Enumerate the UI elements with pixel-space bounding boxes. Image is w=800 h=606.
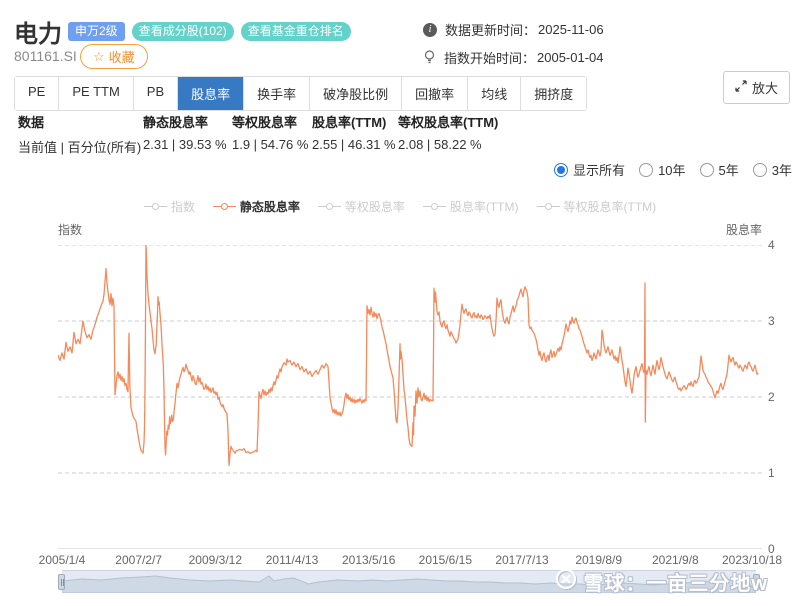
- tab-drawdown-rate[interactable]: 回撤率: [402, 77, 469, 110]
- x-tick-label: 2009/3/12: [188, 553, 243, 567]
- x-tick-label: 2017/7/13: [495, 553, 549, 567]
- radio-icon: [639, 162, 654, 177]
- star-icon: ☆: [93, 48, 105, 64]
- summary-table: 数据 当前值 | 百分位(所有) 静态股息率 2.31 | 39.53 % 等权…: [18, 112, 518, 156]
- metric-tabbar: PE PE TTM PB 股息率 换手率 破净股比例 回撤率 均线 拥挤度: [14, 76, 588, 111]
- data-update-time-value: 2025-11-06: [538, 22, 604, 37]
- badge-shenwan-level2[interactable]: 申万2级: [68, 22, 125, 41]
- metric-value: 1.9 | 54.76 %: [232, 137, 309, 152]
- chart-plot-area[interactable]: [57, 244, 762, 550]
- metric-name: 静态股息率: [143, 115, 209, 130]
- info-panel: i 数据更新时间： 2025-11-06 指数开始时间： 2005-01-04: [423, 20, 604, 76]
- info-icon: i: [423, 22, 437, 37]
- tab-turnover-rate[interactable]: 换手率: [244, 77, 311, 110]
- expand-icon: [735, 80, 747, 95]
- range-option-all[interactable]: 显示所有: [554, 160, 625, 179]
- chart-legend: 指数 静态股息率 等权股息率 股息率(TTM) 等权股息率(TTM): [0, 198, 800, 215]
- dividend-chart-svg: [57, 244, 762, 550]
- y-tick-label: 1: [768, 466, 775, 480]
- metric-name: 股息率(TTM): [312, 115, 387, 130]
- metric-name: 等权股息率: [232, 115, 298, 130]
- metric-value: 2.08 | 58.22 %: [398, 137, 482, 152]
- tab-dividend-yield[interactable]: 股息率: [178, 77, 245, 110]
- x-tick-label: 2021/9/8: [652, 553, 699, 567]
- legend-item-equal-weight-dividend-yield-ttm[interactable]: 等权股息率(TTM): [536, 198, 656, 215]
- x-tick-label: 2005/1/4: [38, 553, 86, 567]
- x-tick-label: 2007/2/7: [115, 553, 163, 567]
- left-axis-caption: 指数: [58, 223, 83, 237]
- enlarge-label: 放大: [751, 81, 778, 96]
- metric-name: 等权股息率(TTM): [398, 115, 499, 130]
- radio-icon: [554, 162, 569, 177]
- favorite-label: 收藏: [108, 50, 135, 65]
- legend-item-equal-weight-dividend-yield[interactable]: 等权股息率: [317, 198, 405, 215]
- y-tick-label: 3: [768, 314, 775, 328]
- summary-row-subheader: 当前值 | 百分位(所有): [18, 140, 142, 155]
- index-start-time-value: 2005-01-04: [537, 50, 604, 65]
- summary-row-header: 数据: [18, 115, 45, 130]
- index-start-time-label: 指数开始时间：: [444, 51, 536, 66]
- tab-crowdedness[interactable]: 拥挤度: [521, 77, 587, 110]
- badge-group: 申万2级 查看成分股(102) 查看基金重仓排名: [68, 22, 351, 41]
- metric-value: 2.55 | 46.31 %: [312, 137, 396, 152]
- xueqiu-snowball-logo-icon: [555, 568, 577, 596]
- watermark-text: 雪球：一亩三分地w: [583, 573, 768, 595]
- index-code: 801161.SI: [14, 48, 77, 64]
- range-selector: 显示所有 10年 5年 3年: [554, 160, 792, 179]
- badge-view-fund-holdings-rank[interactable]: 查看基金重仓排名: [240, 22, 351, 41]
- y-tick-label: 4: [768, 238, 775, 252]
- watermark: 雪球：一亩三分地w: [555, 567, 768, 596]
- legend-marker-icon: [317, 203, 341, 210]
- bulb-icon: [423, 50, 436, 65]
- tab-pe-ttm[interactable]: PE TTM: [59, 77, 134, 110]
- metric-value: 2.31 | 39.53 %: [143, 137, 227, 152]
- legend-marker-icon: [143, 203, 167, 210]
- badge-view-constituents[interactable]: 查看成分股(102): [131, 22, 234, 41]
- index-valuation-page: 电力 申万2级 查看成分股(102) 查看基金重仓排名 801161.SI ☆ …: [0, 0, 800, 606]
- y-tick-label: 2: [768, 390, 775, 404]
- page-title: 电力: [14, 21, 62, 48]
- data-update-time-label: 数据更新时间：: [445, 23, 537, 38]
- x-tick-label: 2015/6/15: [418, 553, 473, 567]
- navigator-left-handle[interactable]: [58, 574, 65, 590]
- tab-below-book-ratio[interactable]: 破净股比例: [310, 77, 403, 110]
- range-option-10y[interactable]: 10年: [639, 160, 686, 179]
- tab-pb[interactable]: PB: [133, 77, 179, 110]
- tab-pe[interactable]: PE: [15, 77, 60, 110]
- radio-icon: [699, 162, 714, 177]
- right-axis-caption: 股息率: [725, 223, 762, 237]
- enlarge-button[interactable]: 放大: [722, 71, 790, 104]
- tab-moving-average[interactable]: 均线: [468, 77, 522, 110]
- legend-item-dividend-yield-ttm[interactable]: 股息率(TTM): [422, 198, 519, 215]
- legend-item-static-dividend-yield[interactable]: 静态股息率: [212, 198, 300, 215]
- legend-item-index[interactable]: 指数: [143, 198, 195, 215]
- legend-marker-icon: [536, 203, 560, 210]
- range-option-5y[interactable]: 5年: [699, 160, 739, 179]
- legend-marker-icon: [212, 203, 236, 210]
- radio-icon: [752, 162, 767, 177]
- legend-marker-icon: [422, 203, 446, 210]
- x-tick-label: 2019/8/9: [575, 553, 623, 567]
- range-option-3y[interactable]: 3年: [752, 160, 792, 179]
- favorite-button[interactable]: ☆ 收藏: [80, 44, 148, 69]
- x-tick-label: 2023/10/18: [721, 553, 783, 567]
- x-tick-label: 2013/5/16: [341, 553, 396, 567]
- x-tick-label: 2011/4/13: [265, 553, 319, 567]
